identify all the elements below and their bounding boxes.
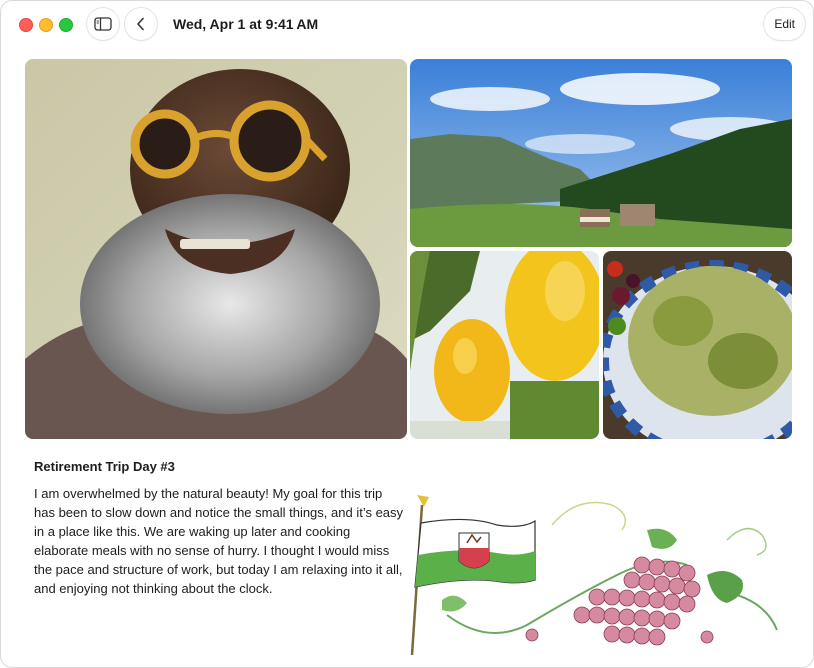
edit-button[interactable]: Edit	[764, 8, 805, 40]
lemons-photo[interactable]	[410, 251, 599, 439]
mountain-valley-photo[interactable]	[410, 59, 792, 247]
sidebar-toggle-button[interactable]	[87, 8, 119, 40]
entry-date-title: Wed, Apr 1 at 9:41 AM	[173, 16, 319, 32]
entry-title: Retirement Trip Day #3	[34, 459, 175, 474]
journal-window: Wed, Apr 1 at 9:41 AM Edit Retirement Tr…	[0, 0, 814, 668]
zoom-icon[interactable]	[59, 18, 73, 32]
entry-body[interactable]: I am overwhelmed by the natural beauty! …	[34, 484, 406, 598]
close-icon[interactable]	[19, 18, 33, 32]
pasta-photo[interactable]	[603, 251, 792, 439]
flag-and-grapes-sketch	[407, 485, 793, 660]
chevron-left-icon	[137, 17, 144, 31]
portrait-photo[interactable]	[25, 59, 407, 439]
minimize-icon[interactable]	[39, 18, 53, 32]
sidebar-icon	[94, 17, 112, 31]
back-button[interactable]	[125, 8, 157, 40]
